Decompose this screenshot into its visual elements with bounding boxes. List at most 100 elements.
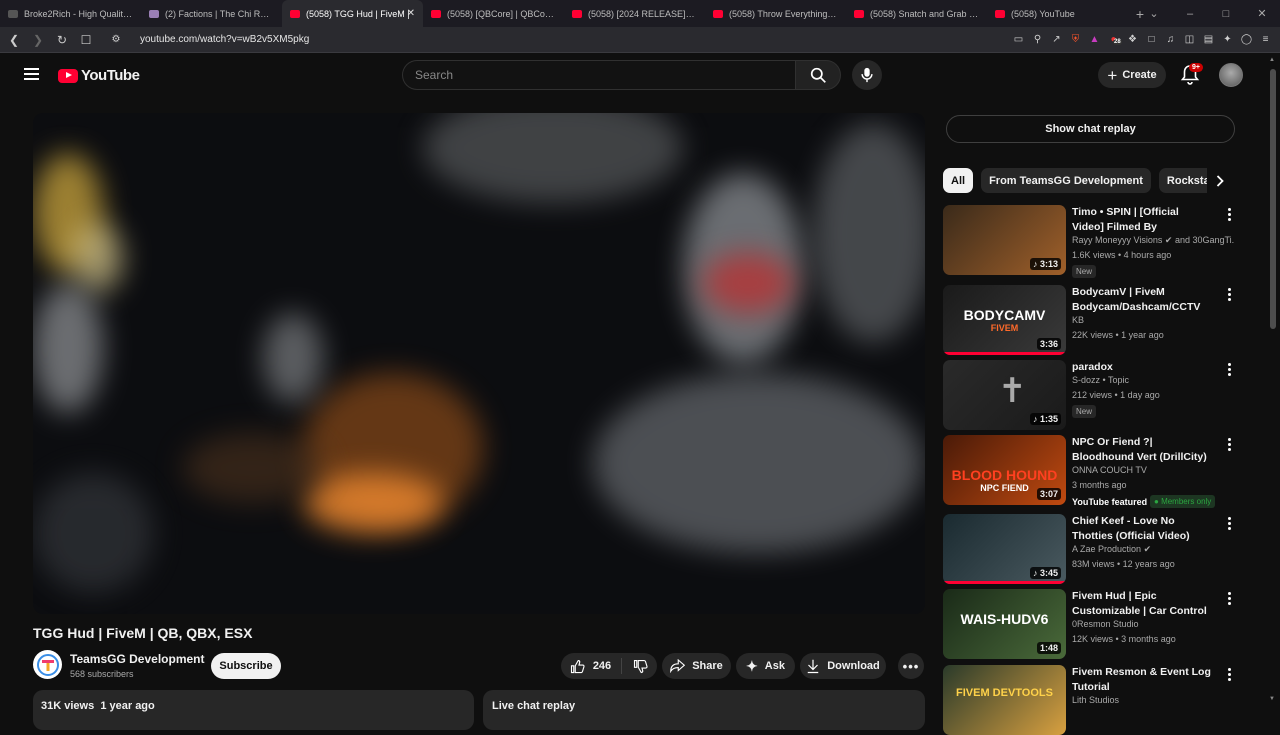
- like-count: 246: [592, 660, 612, 672]
- tab-close-icon[interactable]: ✕: [407, 8, 415, 19]
- recommended-channel[interactable]: A Zae Production ✔: [1072, 544, 1234, 555]
- back-icon[interactable]: ❮: [4, 33, 24, 47]
- video-duration: ♪ 3:45: [1029, 567, 1061, 579]
- vpn-icon[interactable]: ◯: [1240, 33, 1253, 46]
- more-vertical-icon[interactable]: [1228, 668, 1232, 681]
- more-vertical-icon[interactable]: [1228, 363, 1232, 376]
- recommended-video[interactable]: FIVEM DEVTOOLS Fivem Resmon & Event Log T…: [943, 665, 1233, 735]
- recommended-channel[interactable]: Rayy Moneyyy Visions ✔ and 30GangTi...: [1072, 235, 1234, 246]
- more-vertical-icon[interactable]: [1228, 438, 1232, 451]
- scrollbar-thumb[interactable]: [1270, 69, 1276, 329]
- cast-icon[interactable]: ▭: [1012, 33, 1025, 46]
- youtube-logo[interactable]: YouTube: [58, 67, 140, 84]
- recommended-channel[interactable]: 0Resmon Studio: [1072, 619, 1234, 629]
- url-field[interactable]: youtube.com/watch?v=wB2v5XM5pkg: [140, 34, 1012, 45]
- browser-tab[interactable]: (5058) Throw Everything [item: [705, 0, 846, 27]
- video-thumbnail[interactable]: ♪ 3:45: [943, 514, 1066, 584]
- scroll-down-icon[interactable]: ▼: [1269, 696, 1275, 702]
- browser-tab[interactable]: Broke2Rich - High Quality Peds: [0, 0, 141, 27]
- browser-tab[interactable]: (5058) [QBCore] | QBCore Vehi: [423, 0, 564, 27]
- recommended-video-title[interactable]: Fivem Resmon & Event Log Tutorial: [1072, 665, 1212, 695]
- share-page-icon[interactable]: ↗: [1050, 33, 1063, 46]
- close-window-icon[interactable]: ✕: [1244, 7, 1280, 20]
- voice-search-button[interactable]: [852, 60, 882, 90]
- recommended-video-title[interactable]: paradox: [1072, 360, 1212, 375]
- minimize-icon[interactable]: –: [1172, 8, 1208, 20]
- bookmark-icon[interactable]: ☐: [76, 33, 96, 47]
- browser-tab[interactable]: (5058) TGG Hud | FiveM | ✕: [282, 0, 423, 27]
- sidebar-toggle-icon[interactable]: ◫: [1183, 33, 1196, 46]
- more-vertical-icon[interactable]: [1228, 517, 1232, 530]
- channel-name[interactable]: TeamsGG Development: [70, 652, 204, 666]
- description-box[interactable]: 31K views 1 year ago: [33, 690, 474, 730]
- show-chat-replay-button[interactable]: Show chat replay: [946, 115, 1235, 143]
- more-vertical-icon[interactable]: [1228, 288, 1232, 301]
- chips-next-button[interactable]: [1207, 168, 1232, 193]
- maximize-icon[interactable]: □: [1208, 8, 1244, 20]
- filter-chip[interactable]: From TeamsGG Development: [981, 168, 1151, 193]
- create-button[interactable]: + Create: [1098, 62, 1166, 88]
- ask-button[interactable]: ✦ Ask: [736, 653, 795, 679]
- more-actions-button[interactable]: •••: [898, 653, 924, 679]
- live-chat-replay-panel[interactable]: Live chat replay: [483, 690, 925, 730]
- leo-ai-icon[interactable]: ✦: [1221, 33, 1234, 46]
- recommended-meta: 212 views • 1 day ago: [1072, 390, 1160, 400]
- tab-search-icon[interactable]: ⌄: [1136, 7, 1172, 20]
- forward-icon[interactable]: ❯: [28, 33, 48, 47]
- guide-menu-icon[interactable]: [24, 68, 39, 80]
- menu-icon[interactable]: ≡: [1259, 33, 1272, 46]
- recommended-video-title[interactable]: NPC Or Fiend ?| Bloodhound Vert (DrillCi…: [1072, 435, 1212, 465]
- video-thumbnail[interactable]: WAIS-HUDV6 1:48: [943, 589, 1066, 659]
- screenshot-icon[interactable]: □: [1145, 33, 1158, 46]
- video-thumbnail[interactable]: ♪ 3:13: [943, 205, 1066, 275]
- recommended-video[interactable]: BODYCAMV FIVEM 3:36 BodycamV | FiveM Bodyca…: [943, 285, 1233, 355]
- recommended-meta: 83M views • 12 years ago: [1072, 559, 1175, 569]
- zoom-icon[interactable]: ⚲: [1031, 33, 1044, 46]
- video-thumbnail[interactable]: FIVEM DEVTOOLS: [943, 665, 1066, 735]
- recommended-video-title[interactable]: Fivem Hud | Epic Customizable | Car Cont…: [1072, 589, 1212, 619]
- site-info-icon[interactable]: ⚙: [106, 34, 126, 45]
- extensions-icon[interactable]: ❖: [1126, 33, 1139, 46]
- download-button[interactable]: Download: [800, 653, 886, 679]
- filter-chip[interactable]: All: [943, 168, 974, 193]
- video-thumbnail[interactable]: BODYCAMV FIVEM 3:36: [943, 285, 1066, 355]
- subscribe-button[interactable]: Subscribe: [211, 653, 281, 679]
- recommended-video-title[interactable]: BodycamV | FiveM Bodycam/Dashcam/CCTV Wi…: [1072, 285, 1212, 315]
- browser-tab[interactable]: (5058) [2024 RELEASE] Last sta: [564, 0, 705, 27]
- brave-rewards-icon[interactable]: ▲: [1088, 33, 1101, 46]
- recommended-channel[interactable]: Lith Studios: [1072, 695, 1234, 705]
- like-button[interactable]: 246: [570, 658, 623, 674]
- account-avatar[interactable]: [1219, 63, 1243, 87]
- recommended-video-title[interactable]: Timo • SPIN | [Official Video] Filmed By…: [1072, 205, 1212, 235]
- channel-avatar[interactable]: [33, 650, 62, 679]
- wallet-icon[interactable]: ▤: [1202, 33, 1215, 46]
- recommended-channel[interactable]: S-dozz • Topic: [1072, 375, 1234, 385]
- recommended-video-title[interactable]: Chief Keef - Love No Thotties (Official …: [1072, 514, 1212, 544]
- more-vertical-icon[interactable]: [1228, 592, 1232, 605]
- browser-tab[interactable]: (2) Factions | The Chi Roleplay: [141, 0, 282, 27]
- video-thumbnail[interactable]: BLOOD HOUND NPC FIEND 3:07: [943, 435, 1066, 505]
- video-player[interactable]: [33, 113, 925, 614]
- tab-favicon-icon: [431, 9, 441, 18]
- video-thumbnail[interactable]: ✝ ♪ 1:35: [943, 360, 1066, 430]
- recommended-channel[interactable]: KB: [1072, 315, 1234, 325]
- search-button[interactable]: [795, 60, 841, 90]
- browser-tab[interactable]: (5058) Snatch and Grab | FiveM: [846, 0, 987, 27]
- music-icon[interactable]: ♫: [1164, 33, 1177, 46]
- recommended-video[interactable]: ✝ ♪ 1:35 paradox S-dozz • Topic 212 views • …: [943, 360, 1233, 430]
- more-vertical-icon[interactable]: [1228, 208, 1232, 221]
- browser-tab[interactable]: (5058) YouTube: [987, 0, 1128, 27]
- extension-badge-icon[interactable]: ●28: [1107, 33, 1122, 46]
- recommended-video[interactable]: WAIS-HUDV6 1:48 Fivem Hud | Epic Customiza…: [943, 589, 1233, 659]
- recommended-video[interactable]: ♪ 3:45 Chief Keef - Love No Thotties (Off…: [943, 514, 1233, 584]
- brave-shield-icon[interactable]: ⛨: [1069, 33, 1082, 46]
- recommended-video[interactable]: BLOOD HOUND NPC FIEND 3:07 NPC Or Fiend ?| …: [943, 435, 1234, 508]
- recommended-channel[interactable]: ONNA COUCH TV: [1072, 465, 1234, 475]
- reload-icon[interactable]: ↻: [52, 33, 72, 47]
- page-scrollbar[interactable]: ▲ ▼: [1266, 53, 1280, 720]
- scroll-up-icon[interactable]: ▲: [1269, 57, 1275, 63]
- share-button[interactable]: Share: [662, 653, 731, 679]
- thumbs-down-icon[interactable]: [633, 659, 648, 674]
- search-input[interactable]: Search: [402, 60, 795, 90]
- recommended-video[interactable]: ♪ 3:13 Timo • SPIN | [Official Video] Fil…: [943, 205, 1234, 278]
